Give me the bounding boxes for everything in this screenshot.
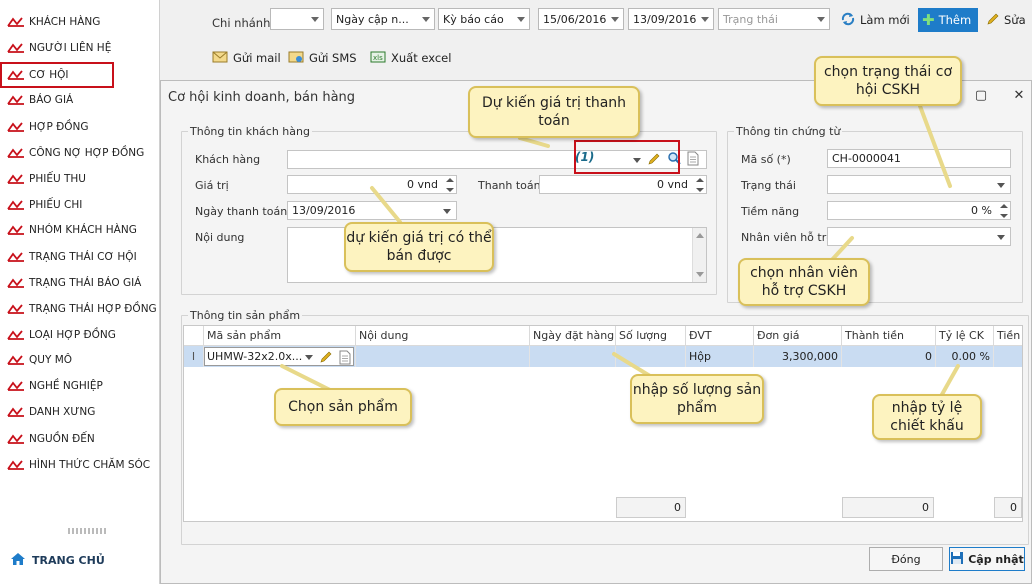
callout-value: dự kiến giá trị có thể bán được bbox=[344, 222, 494, 272]
callout-status: chọn trạng thái cơ hội CSKH bbox=[814, 56, 962, 106]
callout-staff: chọn nhân viên hỗ trợ CSKH bbox=[738, 258, 870, 306]
callout-quantity: nhập số lượng sản phẩm bbox=[630, 374, 764, 424]
callout-product: Chọn sản phẩm bbox=[274, 388, 412, 426]
callout-payment: Dự kiến giá trị thanh toán bbox=[468, 86, 640, 138]
callout-discount: nhập tỷ lệ chiết khấu bbox=[872, 394, 982, 440]
